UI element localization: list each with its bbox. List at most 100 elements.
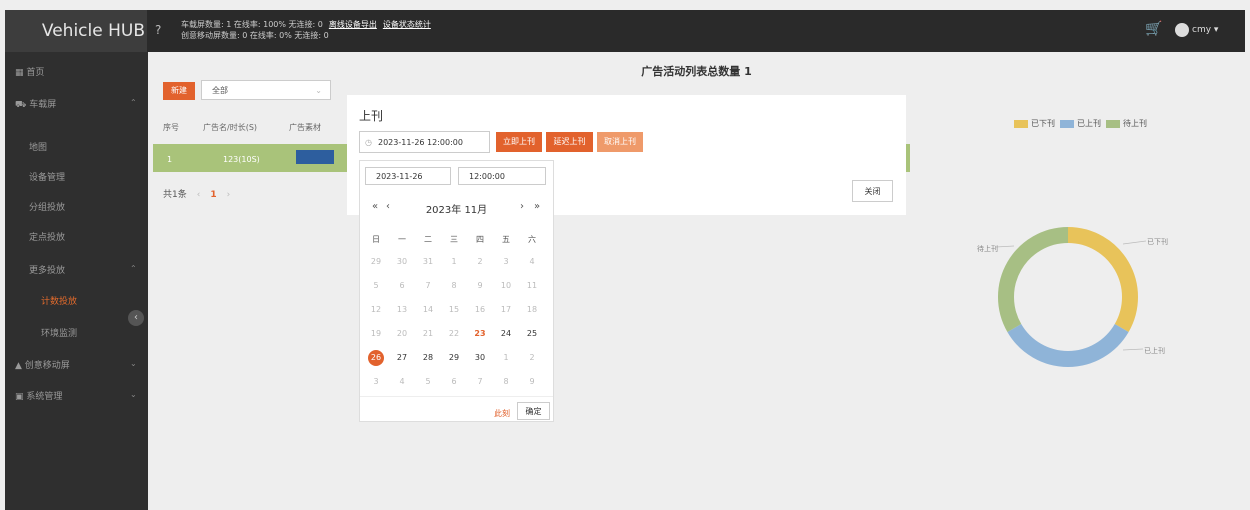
sidebar-item-fixed-delivery[interactable]: 定点投放	[29, 230, 65, 243]
close-button[interactable]: 关闭	[852, 180, 893, 202]
calendar-day[interactable]: 8	[495, 373, 517, 391]
calendar-day[interactable]: 19	[365, 325, 387, 343]
calendar-day[interactable]: 29	[443, 349, 465, 367]
calendar-day[interactable]: 29	[365, 253, 387, 271]
chevron-up-icon: ⌃	[130, 98, 137, 107]
calendar-day[interactable]: 28	[417, 349, 439, 367]
sidebar-item-group-delivery[interactable]: 分组投放	[29, 200, 65, 213]
calendar-day[interactable]: 8	[443, 277, 465, 295]
now-button[interactable]: 此刻	[494, 408, 510, 419]
user-menu[interactable]: cmy ▾	[1192, 25, 1218, 35]
cart-icon[interactable]: 🛒	[1145, 21, 1162, 37]
brand-logo[interactable]: Vehicle HUB	[5, 10, 147, 52]
chart-label-offline: 已下刊	[1147, 238, 1168, 246]
calendar-day[interactable]: 1	[443, 253, 465, 271]
sidebar-item-device-manage[interactable]: 设备管理	[29, 170, 65, 183]
label-leader-line	[1122, 240, 1147, 245]
system-icon: ▣	[15, 392, 27, 402]
sidebar-item-vehicle-screen[interactable]: ⛟ 车载屏	[15, 97, 56, 111]
calendar-day[interactable]: 30	[391, 253, 413, 271]
calendar-day[interactable]: 23	[469, 325, 491, 343]
calendar-day[interactable]: 2	[521, 349, 543, 367]
chart-label-pending: 待上刊	[977, 245, 998, 253]
calendar-day[interactable]: 3	[495, 253, 517, 271]
sidebar-collapse-button[interactable]: ‹	[128, 310, 144, 326]
calendar-day[interactable]: 4	[521, 253, 543, 271]
datetime-input[interactable]: ◷ 2023-11-26 12:00:00	[359, 131, 490, 153]
stats-line-2: 创意移动屏数量: 0 在线率: 0% 无连接: 0	[181, 31, 329, 40]
calendar-day[interactable]: 30	[469, 349, 491, 367]
sidebar: ▦ 首页 ⛟ 车载屏 ⌃ 地图 设备管理 分组投放 定点投放 更多投放 ⌃ 计数…	[5, 52, 148, 510]
device-status-link[interactable]: 设备状态统计	[383, 20, 431, 29]
calendar-day[interactable]: 9	[521, 373, 543, 391]
calendar-day[interactable]: 24	[495, 325, 517, 343]
calendar-day[interactable]: 18	[521, 301, 543, 319]
calendar-day[interactable]: 9	[469, 277, 491, 295]
calendar-day[interactable]: 5	[365, 277, 387, 295]
donut-slice-offline[interactable]	[1067, 227, 1138, 332]
calendar-day[interactable]: 16	[469, 301, 491, 319]
calendar-day[interactable]: 22	[443, 325, 465, 343]
weekday-header: 五	[502, 235, 510, 244]
picker-time-input[interactable]: 12:00:00	[458, 167, 546, 185]
next-month-button[interactable]: ›	[520, 201, 524, 212]
calendar-day[interactable]: 6	[391, 277, 413, 295]
calendar-day[interactable]: 15	[443, 301, 465, 319]
calendar-day[interactable]: 25	[521, 325, 543, 343]
prev-month-button[interactable]: ‹	[386, 201, 390, 212]
calendar-day[interactable]: 31	[417, 253, 439, 271]
calendar-day[interactable]: 1	[495, 349, 517, 367]
calendar-day[interactable]: 6	[443, 373, 465, 391]
calendar-day[interactable]: 13	[391, 301, 413, 319]
sidebar-item-count-delivery[interactable]: 计数投放	[41, 294, 77, 307]
sidebar-item-system-manage[interactable]: ▣ 系统管理	[15, 389, 62, 402]
weekday-header: 日	[372, 235, 380, 244]
stats-line-1: 车载屏数量: 1 在线率: 100% 无连接: 0	[181, 20, 323, 29]
clock-icon: ◷	[365, 138, 372, 147]
weekday-header: 四	[476, 235, 484, 244]
chevron-down-icon: ⌄	[130, 390, 137, 399]
calendar-day[interactable]: 2	[469, 253, 491, 271]
prev-year-button[interactable]: «	[372, 201, 378, 212]
calendar-day[interactable]: 4	[391, 373, 413, 391]
home-icon: ▦	[15, 68, 27, 78]
sidebar-item-map[interactable]: 地图	[29, 140, 47, 153]
calendar-day[interactable]: 10	[495, 277, 517, 295]
calendar-day[interactable]: 26	[365, 349, 387, 367]
calendar-day[interactable]: 7	[469, 373, 491, 391]
sidebar-item-env-monitor[interactable]: 环境监测	[41, 326, 77, 339]
confirm-button[interactable]: 确定	[517, 402, 550, 420]
calendar-day[interactable]: 12	[365, 301, 387, 319]
sidebar-item-more-delivery[interactable]: 更多投放	[29, 263, 65, 276]
sidebar-item-creative-screen[interactable]: ▲ 创意移动屏	[15, 358, 70, 371]
calendar-day[interactable]: 21	[417, 325, 439, 343]
help-circle-icon[interactable]: ?	[155, 23, 161, 37]
donut-slice-online[interactable]	[1007, 323, 1129, 367]
calendar-day[interactable]: 27	[391, 349, 413, 367]
chevron-down-icon: ⌄	[130, 359, 137, 368]
date-picker: 2023-11-26 12:00:00 2023年 11月 « ‹ › » 日一…	[359, 160, 554, 422]
calendar-day[interactable]: 11	[521, 277, 543, 295]
picker-date-input[interactable]: 2023-11-26	[365, 167, 451, 185]
device-stats: 车载屏数量: 1 在线率: 100% 无连接: 0 离线设备导出 设备状态统计 创意…	[181, 19, 431, 41]
weekday-header: 六	[528, 235, 536, 244]
label-leader-line	[995, 245, 1015, 248]
calendar-day[interactable]: 14	[417, 301, 439, 319]
avatar[interactable]	[1175, 23, 1189, 37]
calendar-day[interactable]: 7	[417, 277, 439, 295]
chart-label-online: 已上刊	[1144, 347, 1165, 355]
sidebar-item-home[interactable]: ▦ 首页	[15, 65, 44, 78]
next-year-button[interactable]: »	[534, 201, 540, 212]
calendar-day[interactable]: 17	[495, 301, 517, 319]
weekday-header: 三	[450, 235, 458, 244]
publish-now-button[interactable]: 立即上刊	[496, 132, 542, 152]
publish-delay-button[interactable]: 延迟上刊	[546, 132, 593, 152]
export-offline-link[interactable]: 离线设备导出	[329, 20, 377, 29]
calendar-day[interactable]: 3	[365, 373, 387, 391]
donut-slice-pending[interactable]	[998, 227, 1069, 332]
car-icon: ⛟	[15, 100, 30, 110]
calendar-day[interactable]: 5	[417, 373, 439, 391]
calendar-day[interactable]: 20	[391, 325, 413, 343]
chevron-up-icon: ⌃	[130, 264, 137, 273]
cancel-publish-button[interactable]: 取消上刊	[597, 132, 643, 152]
